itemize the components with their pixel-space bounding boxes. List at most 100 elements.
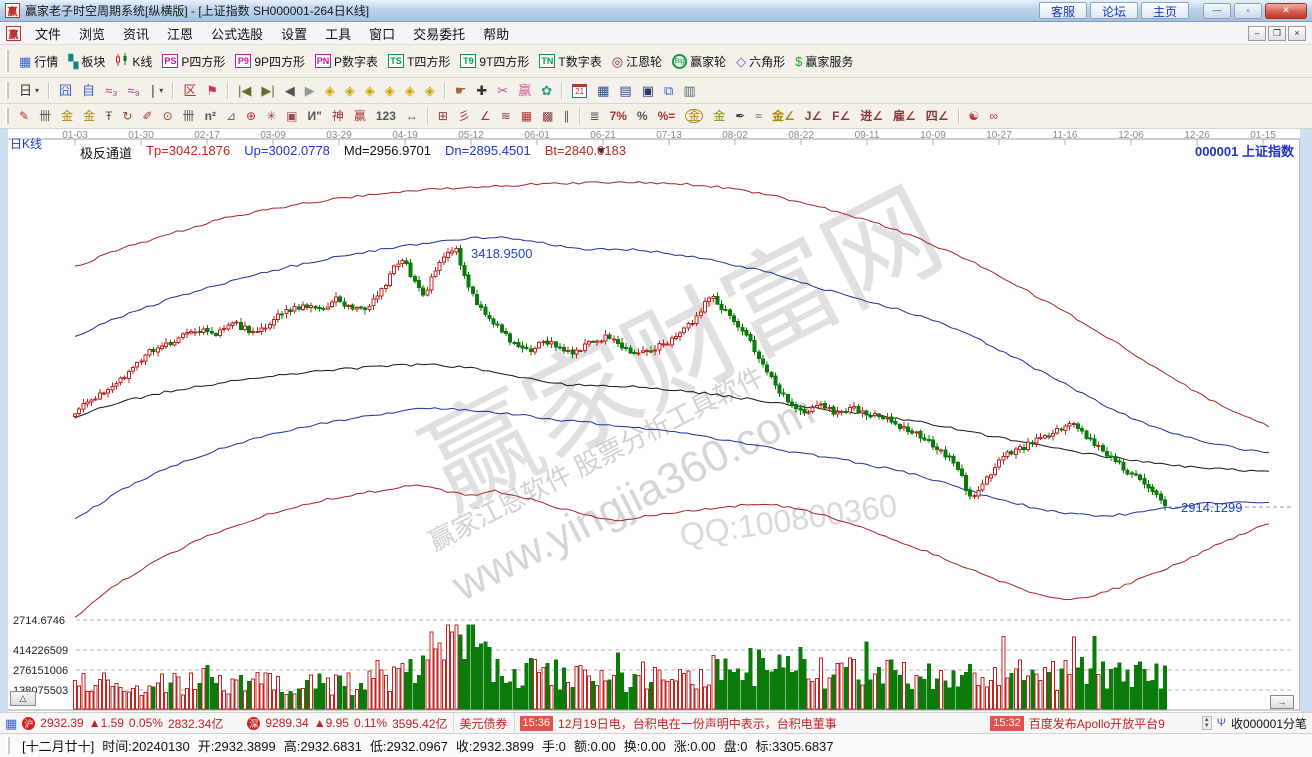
gold-count2-tool[interactable]: 金 <box>78 108 100 124</box>
bar-count-tool[interactable]: 卌 <box>34 108 56 124</box>
menu-settings[interactable]: 设置 <box>272 22 316 45</box>
price-count-tool[interactable]: 卌 <box>178 108 200 124</box>
pattern-button[interactable]: 区 <box>178 82 201 99</box>
p-square-button[interactable]: PSP四方形 <box>157 51 230 72</box>
next-bar-button[interactable]: ▶ <box>300 82 320 99</box>
winner-mark-tool-button[interactable]: 赢 <box>513 82 536 99</box>
p-number-table-button[interactable]: PNP数字表 <box>310 51 383 72</box>
menu-window[interactable]: 窗口 <box>360 22 404 45</box>
crosshair-tool-button[interactable]: ✚ <box>471 82 492 99</box>
angle-si-tool[interactable]: 四∠ <box>921 108 954 124</box>
ink-tool[interactable]: ✒ <box>730 108 750 124</box>
diamond-up-button[interactable]: ◈ <box>340 82 360 99</box>
n-square-tool[interactable]: n² <box>200 108 221 124</box>
kline-button[interactable]: K线 <box>110 51 157 72</box>
grid-tool[interactable]: ▦ <box>516 108 537 124</box>
flag-button[interactable]: ⚑ <box>201 82 223 99</box>
angle-ruler-tool[interactable]: ⊿ <box>221 108 241 124</box>
minimize-button[interactable]: — <box>1203 3 1231 19</box>
pencil-tool[interactable]: ✐ <box>138 108 158 124</box>
news-scroll-spinner[interactable]: ▲▼ <box>1202 716 1212 730</box>
first-bar-button[interactable]: |◀ <box>233 82 256 99</box>
gold-circle-tool[interactable]: 金 <box>680 107 708 125</box>
angle-pencil-tool[interactable]: ∠ <box>475 108 496 124</box>
square-target-tool[interactable]: ▣ <box>281 108 302 124</box>
fan-lines-tool[interactable]: 彡 <box>453 108 475 124</box>
toolbar3-grip[interactable] <box>5 108 9 124</box>
ying-tool[interactable]: 赢 <box>349 108 371 124</box>
wave9-button[interactable]: ≈₉ <box>123 82 145 99</box>
mdi-close-button[interactable]: × <box>1288 26 1306 41</box>
infinity-button[interactable]: ∞ <box>984 108 1003 124</box>
toolbar1-grip[interactable] <box>5 50 9 72</box>
menu-gann[interactable]: 江恩 <box>158 22 202 45</box>
taiji-button[interactable]: ☯ <box>964 108 985 124</box>
chart-window-button[interactable]: 囧 <box>54 82 77 99</box>
gold-count1-tool[interactable]: 金 <box>56 108 78 124</box>
f-count-tool[interactable]: Ŧ <box>100 108 117 124</box>
diamond-cross-button[interactable]: ◈ <box>380 82 400 99</box>
news-headline-2[interactable]: 百度发布Apollo开放平台9 <box>1029 715 1197 732</box>
percent7-tool[interactable]: 7% <box>605 108 632 124</box>
drag-frame-tool[interactable]: ⊞ <box>433 108 453 124</box>
mdi-restore-button[interactable]: ❐ <box>1268 26 1286 41</box>
kline-style-dropdown[interactable]: 日▾ <box>14 82 44 99</box>
hand-tool-button[interactable]: ☛ <box>450 82 472 99</box>
cut-tool-button[interactable]: ✂ <box>492 82 513 99</box>
star-cycle-tool[interactable]: ✳ <box>261 108 281 124</box>
diamond-left-button[interactable]: ◈ <box>320 82 340 99</box>
diamond-hv-button[interactable]: ◈ <box>400 82 420 99</box>
knot-tool-button[interactable]: ✿ <box>536 82 557 99</box>
scale-ruler-tool[interactable]: ≣ <box>585 108 605 124</box>
gold-angle-tool[interactable]: 金∠ <box>767 108 800 124</box>
percent-line-tool[interactable]: %= <box>653 108 681 124</box>
toolbar2-grip[interactable] <box>5 82 9 99</box>
save-button[interactable]: ▣ <box>637 82 659 99</box>
pane-collapse-button[interactable]: △ <box>10 691 36 706</box>
cycle-clock-tool[interactable]: ⊙ <box>158 108 178 124</box>
ruler123-tool[interactable]: 123 <box>371 108 401 124</box>
fork-tool[interactable]: Иʺ <box>303 108 327 124</box>
wave3-button[interactable]: ≈₃ <box>100 82 122 99</box>
chart-grid-tool[interactable]: ▩ <box>537 108 558 124</box>
p9-square-button[interactable]: P99P四方形 <box>230 51 310 72</box>
t-number-table-button[interactable]: TNT数字表 <box>534 51 606 72</box>
chart-area[interactable]: 赢家财富网赢家江恩软件 股票分析工具软件www.yingjia360.comQQ… <box>0 129 1312 712</box>
parallel-lines-tool[interactable]: ∥ <box>559 108 575 124</box>
t9-square-button[interactable]: T99T四方形 <box>455 51 534 72</box>
last-bar-button[interactable]: ▶| <box>256 82 279 99</box>
hexagon-button[interactable]: ◇六角形 <box>731 51 790 72</box>
menu-trade[interactable]: 交易委托 <box>404 22 474 45</box>
calculator-button[interactable]: ▦ <box>592 82 614 99</box>
winner-service-button[interactable]: $赢家服务 <box>790 51 858 72</box>
mdi-minimize-button[interactable]: – <box>1248 26 1266 41</box>
sectors-button[interactable]: ▚板块 <box>63 51 110 72</box>
customer-service-button[interactable]: 客服 <box>1039 2 1087 19</box>
menu-stock-picker[interactable]: 公式选股 <box>202 22 272 45</box>
scroll-right-button[interactable]: → <box>1270 695 1294 709</box>
diamond-all-button[interactable]: ◈ <box>420 82 440 99</box>
zigzag-tool[interactable]: ≋ <box>496 108 516 124</box>
target-tool[interactable]: ⊕ <box>241 108 261 124</box>
diamond-right-button[interactable]: ◈ <box>360 82 380 99</box>
news-headline-1[interactable]: 12月19日电，台积电在一份声明中表示，台积电董事 <box>558 715 985 732</box>
winner-wheel-button[interactable]: Big赢家轮 <box>667 51 731 72</box>
wave-tool[interactable]: ≈ <box>750 108 767 124</box>
prev-bar-button[interactable]: ◀ <box>280 82 300 99</box>
close-button[interactable]: ✕ <box>1265 3 1307 19</box>
menu-tools[interactable]: 工具 <box>316 22 360 45</box>
width-arrow-tool[interactable]: ↔ <box>401 108 423 124</box>
gann-wheel-button[interactable]: ◎江恩轮 <box>607 51 667 72</box>
angle-gu-tool[interactable]: 雇∠ <box>888 108 921 124</box>
angle-f-tool[interactable]: F∠ <box>827 108 855 124</box>
shen-tool[interactable]: 神 <box>327 108 349 124</box>
screen-share-button[interactable]: ⧉ <box>659 82 678 99</box>
kline-chart[interactable]: 赢家财富网赢家江恩软件 股票分析工具软件www.yingjia360.comQQ… <box>0 129 1312 712</box>
homepage-button[interactable]: 主页 <box>1141 2 1189 19</box>
menu-browse[interactable]: 浏览 <box>70 22 114 45</box>
t-square-button[interactable]: TST四方形 <box>383 51 455 72</box>
angle-j-tool[interactable]: J∠ <box>800 108 827 124</box>
spiral-tool[interactable]: ↻ <box>117 108 137 124</box>
percent-tool[interactable]: % <box>632 108 653 124</box>
printer-button[interactable]: ▥ <box>678 82 700 99</box>
